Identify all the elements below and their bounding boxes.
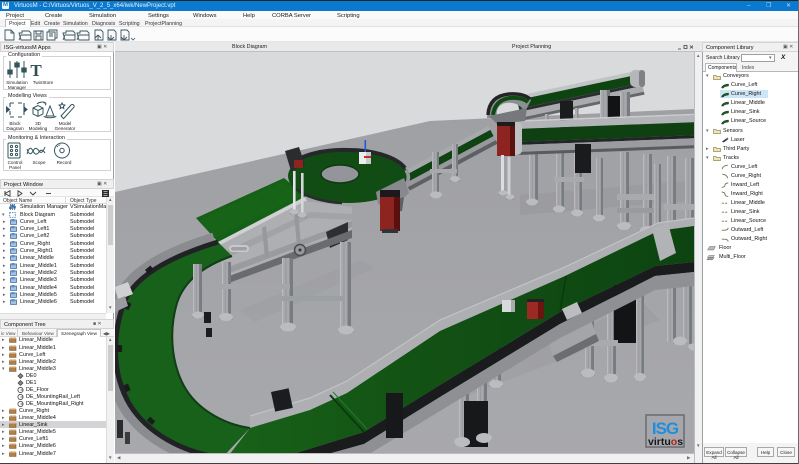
svg-text:virtuos: virtuos xyxy=(648,436,683,448)
svg-text:T: T xyxy=(30,61,42,79)
